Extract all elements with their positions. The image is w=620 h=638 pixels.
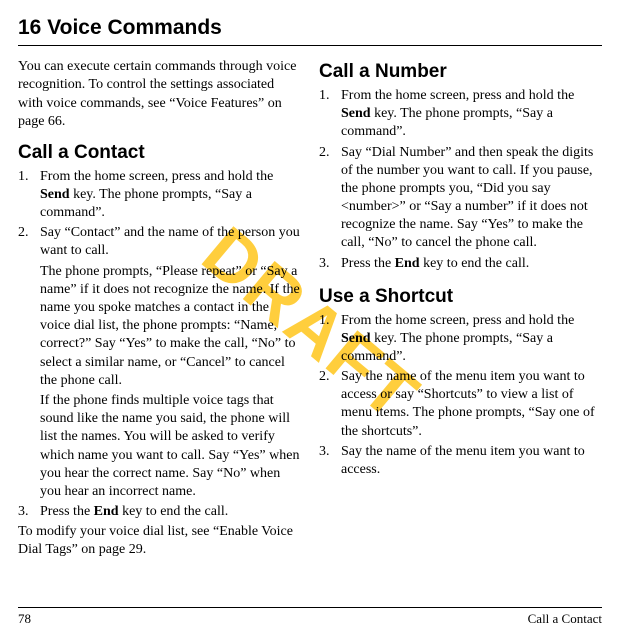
step-text: key to end the call.: [420, 256, 530, 271]
step-text: Press the: [341, 256, 395, 271]
send-key: Send: [341, 106, 371, 121]
call-contact-steps: From the home screen, press and hold the…: [18, 168, 301, 261]
step-text: From the home screen, press and hold the: [341, 313, 574, 328]
footer-section: Call a Contact: [528, 611, 602, 628]
list-item: Press the End key to end the call.: [319, 255, 602, 273]
step-text: Press the: [40, 504, 94, 519]
list-item: Say the name of the menu item you want t…: [319, 368, 602, 441]
intro-paragraph: You can execute certain commands through…: [18, 58, 301, 131]
sub-paragraph: If the phone finds multiple voice tags t…: [18, 392, 301, 501]
end-key: End: [395, 256, 420, 271]
sub-paragraph: The phone prompts, “Please repeat” or “S…: [18, 263, 301, 390]
section-title-call-contact: Call a Contact: [18, 141, 301, 166]
step-text: From the home screen, press and hold the: [40, 169, 273, 184]
chapter-title: 16 Voice Commands: [18, 14, 602, 46]
section-title-shortcut: Use a Shortcut: [319, 285, 602, 310]
right-column: Call a Number From the home screen, pres…: [319, 58, 602, 569]
list-item: From the home screen, press and hold the…: [319, 87, 602, 142]
shortcut-steps: From the home screen, press and hold the…: [319, 312, 602, 480]
list-item: From the home screen, press and hold the…: [319, 312, 602, 367]
step-text: key to end the call.: [119, 504, 229, 519]
list-item: Press the End key to end the call.: [18, 503, 301, 521]
left-column: You can execute certain commands through…: [18, 58, 301, 569]
page-footer: 78 Call a Contact: [18, 607, 602, 628]
section-title-call-number: Call a Number: [319, 60, 602, 85]
step-text: key. The phone prompts, “Say a command”.: [341, 331, 553, 364]
outro-paragraph: To modify your voice dial list, see “Ena…: [18, 523, 301, 559]
list-item: Say “Contact” and the name of the person…: [18, 224, 301, 260]
call-contact-steps-cont: Press the End key to end the call.: [18, 503, 301, 521]
list-item: From the home screen, press and hold the…: [18, 168, 301, 223]
step-text: From the home screen, press and hold the: [341, 88, 574, 103]
end-key: End: [94, 504, 119, 519]
list-item: Say “Dial Number” and then speak the dig…: [319, 144, 602, 253]
step-text: key. The phone prompts, “Say a command”.: [341, 106, 553, 139]
call-number-steps: From the home screen, press and hold the…: [319, 87, 602, 273]
step-text: key. The phone prompts, “Say a command”.: [40, 187, 252, 220]
list-item: Say the name of the menu item you want t…: [319, 443, 602, 479]
page-number: 78: [18, 611, 31, 628]
send-key: Send: [341, 331, 371, 346]
send-key: Send: [40, 187, 70, 202]
